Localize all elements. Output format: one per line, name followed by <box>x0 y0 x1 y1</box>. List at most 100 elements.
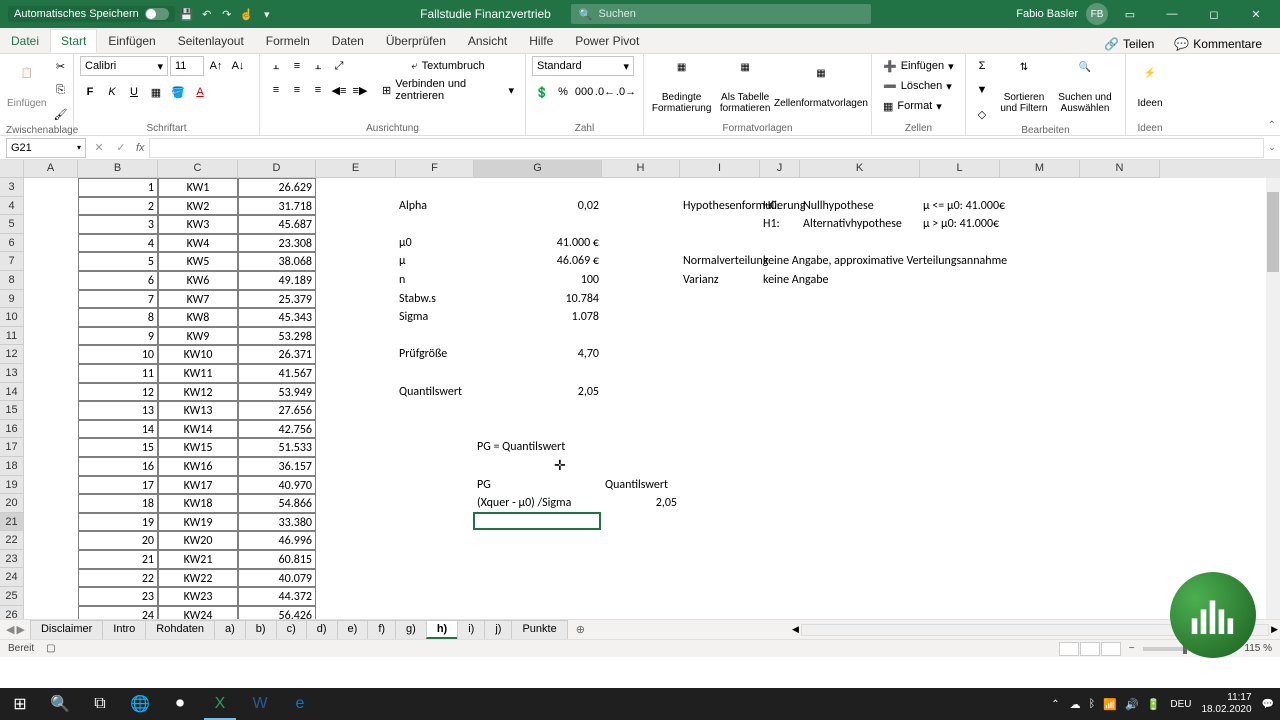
cell-D19[interactable]: 40.970 <box>238 476 316 495</box>
percent-icon[interactable]: % <box>553 82 573 102</box>
row-header-7[interactable]: 7 <box>0 252 24 271</box>
cell-F9[interactable]: Stabw.s <box>396 290 474 309</box>
cell-C4[interactable]: KW2 <box>158 197 238 216</box>
cell-D26[interactable]: 56.426 <box>238 606 316 619</box>
currency-icon[interactable]: 💲 <box>532 82 552 102</box>
row-header-13[interactable]: 13 <box>0 364 24 383</box>
name-box[interactable]: G21▾ <box>6 138 86 158</box>
align-bottom-icon[interactable]: ⫠ <box>308 56 328 76</box>
tab-insert[interactable]: Einfügen <box>97 29 166 53</box>
cell-C14[interactable]: KW12 <box>158 383 238 402</box>
ideas-button[interactable]: ⚡Ideen <box>1132 56 1168 118</box>
cell-B8[interactable]: 6 <box>78 271 158 290</box>
cell-D5[interactable]: 45.687 <box>238 215 316 234</box>
font-size-combo[interactable]: 11 <box>170 56 204 76</box>
add-sheet-icon[interactable]: ⊕ <box>568 623 593 636</box>
zoom-out-icon[interactable]: − <box>1129 643 1135 654</box>
cell-C9[interactable]: KW7 <box>158 290 238 309</box>
tab-data[interactable]: Daten <box>321 29 375 53</box>
row-header-16[interactable]: 16 <box>0 420 24 439</box>
row-header-23[interactable]: 23 <box>0 550 24 569</box>
row-header-10[interactable]: 10 <box>0 308 24 327</box>
cell-D6[interactable]: 23.308 <box>238 234 316 253</box>
fill-color-icon[interactable]: 🪣 <box>168 82 188 102</box>
cell-D12[interactable]: 26.371 <box>238 345 316 364</box>
sheet-tab-i[interactable]: i) <box>457 620 485 639</box>
select-all-button[interactable] <box>0 160 24 178</box>
cell-I8[interactable]: Varianz <box>680 271 760 290</box>
close-icon[interactable]: ✕ <box>1236 0 1276 28</box>
spreadsheet-grid[interactable]: ABCDEFGHIJKLMN 3456789101112131415161718… <box>0 160 1280 619</box>
row-header-11[interactable]: 11 <box>0 327 24 346</box>
row-header-18[interactable]: 18 <box>0 457 24 476</box>
expand-formula-icon[interactable]: ⌄ <box>1264 142 1280 153</box>
sheet-tab-h[interactable]: h) <box>426 620 458 639</box>
cell-K5[interactable]: Alternativhypothese <box>800 215 920 234</box>
col-header-H[interactable]: H <box>602 160 680 178</box>
cell-G14[interactable]: 2,05 <box>474 383 602 402</box>
cell-H19[interactable]: Quantilswert <box>602 476 680 495</box>
cell-C20[interactable]: KW18 <box>158 494 238 513</box>
redo-icon[interactable]: ↷ <box>219 6 235 22</box>
sheet-tab-Punkte[interactable]: Punkte <box>511 620 567 639</box>
align-right-icon[interactable]: ≡ <box>308 80 328 100</box>
cell-D10[interactable]: 45.343 <box>238 308 316 327</box>
cell-D21[interactable]: 33.380 <box>238 513 316 532</box>
cell-C24[interactable]: KW22 <box>158 569 238 588</box>
view-break-icon[interactable] <box>1101 642 1121 656</box>
indent-dec-icon[interactable]: ◀≡ <box>329 80 349 100</box>
row-header-26[interactable]: 26 <box>0 606 24 619</box>
minimize-icon[interactable]: — <box>1152 0 1192 28</box>
comments-button[interactable]: 💬 Kommentare <box>1168 35 1268 53</box>
cell-C5[interactable]: KW3 <box>158 215 238 234</box>
cell-C3[interactable]: KW1 <box>158 178 238 197</box>
font-name-combo[interactable]: Calibri▾ <box>80 56 168 76</box>
touch-icon[interactable]: ☝ <box>239 6 255 22</box>
sheet-tab-c[interactable]: c) <box>276 620 307 639</box>
format-cells-button[interactable]: ▦ Format ▾ <box>878 96 964 116</box>
cell-B14[interactable]: 12 <box>78 383 158 402</box>
cell-G19[interactable]: PG <box>474 476 602 495</box>
cell-F10[interactable]: Sigma <box>396 308 474 327</box>
col-header-F[interactable]: F <box>396 160 474 178</box>
cell-G9[interactable]: 10.784 <box>474 290 602 309</box>
cell-D9[interactable]: 25.379 <box>238 290 316 309</box>
cell-F14[interactable]: Quantilswert <box>396 383 474 402</box>
sheet-tab-a[interactable]: a) <box>214 620 246 639</box>
cell-K4[interactable]: Nullhypothese <box>800 197 920 216</box>
dec-decimal-icon[interactable]: .0→ <box>616 82 636 102</box>
avatar[interactable]: FB <box>1086 3 1108 25</box>
cell-C8[interactable]: KW6 <box>158 271 238 290</box>
cells-area[interactable]: 1KW126.6292KW231.7183KW345.6874KW423.308… <box>24 178 1280 619</box>
cell-C11[interactable]: KW9 <box>158 327 238 346</box>
edge-icon[interactable]: e <box>280 688 320 720</box>
cell-B26[interactable]: 24 <box>78 606 158 619</box>
share-button[interactable]: 🔗 Teilen <box>1098 35 1160 53</box>
cell-C15[interactable]: KW13 <box>158 401 238 420</box>
cell-D18[interactable]: 36.157 <box>238 457 316 476</box>
view-normal-icon[interactable] <box>1059 642 1079 656</box>
cell-B25[interactable]: 23 <box>78 587 158 606</box>
insert-cells-button[interactable]: ➕ Einfügen ▾ <box>878 56 964 76</box>
accept-formula-icon[interactable]: ✓ <box>110 138 132 158</box>
search-task-icon[interactable]: 🔍 <box>40 688 80 720</box>
cell-B6[interactable]: 4 <box>78 234 158 253</box>
conditional-format-button[interactable]: ▦Bedingte Formatierung <box>650 56 713 118</box>
cell-J7[interactable]: keine Angabe, approximative Verteilungsa… <box>760 252 800 271</box>
indent-inc-icon[interactable]: ≡▶ <box>350 80 370 100</box>
col-header-E[interactable]: E <box>316 160 396 178</box>
cell-B11[interactable]: 9 <box>78 327 158 346</box>
cell-C12[interactable]: KW10 <box>158 345 238 364</box>
align-top-icon[interactable]: ⫠ <box>266 56 286 76</box>
number-format-combo[interactable]: Standard▾ <box>532 56 634 76</box>
vertical-scrollbar[interactable] <box>1266 178 1280 619</box>
format-painter-icon[interactable]: 🖌 <box>50 104 70 124</box>
macro-record-icon[interactable]: ▢ <box>46 643 55 654</box>
col-header-I[interactable]: I <box>680 160 760 178</box>
cell-B4[interactable]: 2 <box>78 197 158 216</box>
copy-icon[interactable]: ⎘ <box>50 80 70 100</box>
cell-G17[interactable]: PG = Quantilswert <box>474 438 602 457</box>
autosum-icon[interactable]: Σ <box>972 56 992 76</box>
search-box[interactable]: 🔍 <box>571 4 871 24</box>
cell-B23[interactable]: 21 <box>78 550 158 569</box>
